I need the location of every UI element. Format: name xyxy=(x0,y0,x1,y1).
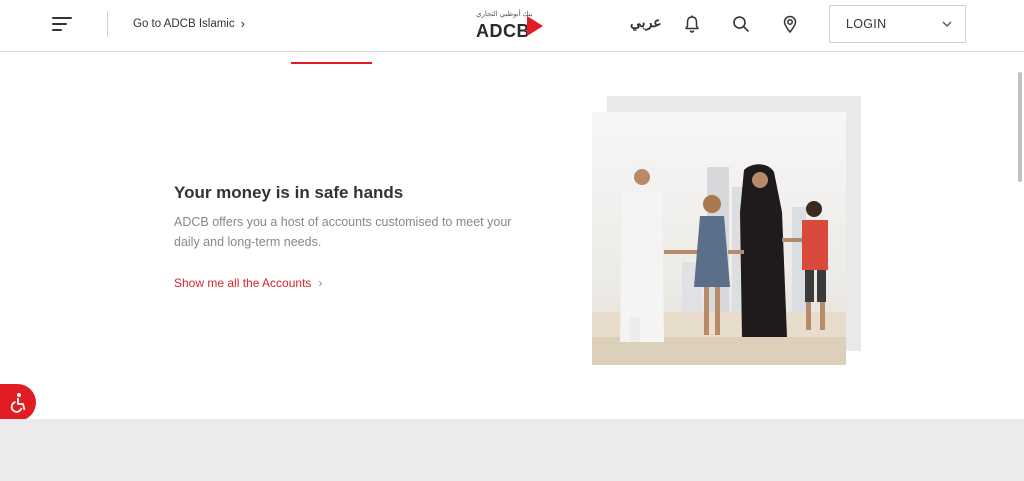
chevron-right-icon: › xyxy=(240,16,245,31)
islamic-link-label: Go to ADCB Islamic xyxy=(133,17,235,30)
family-beach-photo xyxy=(592,112,846,365)
header: Go to ADCB Islamic › بنك أبوظبي التجاري … xyxy=(0,0,1024,52)
go-to-adcb-islamic-link[interactable]: Go to ADCB Islamic › xyxy=(133,16,245,31)
page-scrollbar[interactable] xyxy=(1016,52,1024,419)
logo-mark-icon xyxy=(527,16,543,36)
login-dropdown[interactable]: LOGIN xyxy=(829,5,966,43)
language-toggle[interactable]: عربي xyxy=(630,14,662,31)
show-all-accounts-link[interactable]: Show me all the Accounts › xyxy=(174,276,322,290)
chevron-down-icon xyxy=(942,21,952,27)
location-pin-icon[interactable] xyxy=(780,14,800,34)
footer-band xyxy=(0,419,1024,481)
login-label: LOGIN xyxy=(846,17,887,31)
menu-icon[interactable] xyxy=(52,14,76,34)
wheelchair-icon xyxy=(10,392,26,413)
section-description: ADCB offers you a host of accounts custo… xyxy=(174,215,512,249)
bell-icon[interactable] xyxy=(682,14,702,34)
accessibility-button[interactable] xyxy=(0,384,36,421)
scrollbar-thumb[interactable] xyxy=(1018,72,1022,182)
chevron-right-icon: › xyxy=(318,276,323,290)
search-icon[interactable] xyxy=(731,14,751,34)
logo-text: ADCB xyxy=(476,21,530,41)
show-all-accounts-label: Show me all the Accounts xyxy=(174,276,312,290)
active-tab-indicator xyxy=(291,62,372,64)
section-title: Your money is in safe hands xyxy=(174,183,404,202)
adcb-logo[interactable]: بنك أبوظبي التجاري ADCB xyxy=(476,10,548,41)
header-divider xyxy=(107,11,108,37)
